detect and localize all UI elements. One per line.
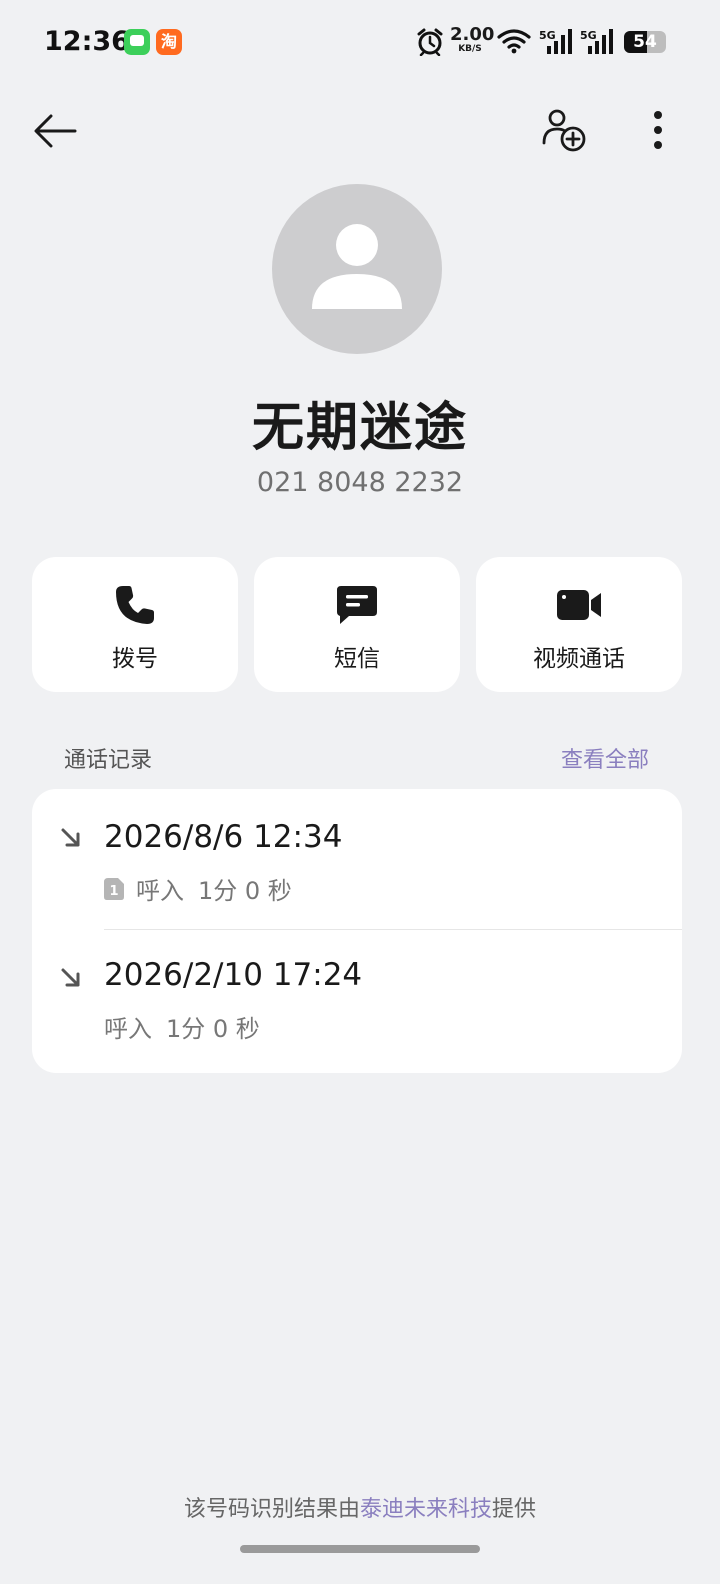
battery-level: 54 (633, 32, 657, 52)
wifi-icon (497, 29, 531, 54)
dial-label: 拨号 (112, 646, 158, 672)
call-direction: 呼入 (104, 1015, 152, 1043)
network-speed-value: 2.00 (450, 24, 495, 45)
incoming-arrow-icon (61, 968, 80, 987)
status-bar: 12:36 淘 2.00 KB/S 5G 5G 54 (0, 0, 720, 84)
video-call-button[interactable]: 视频通话 (476, 557, 682, 692)
call-log-list: 2026/8/6 12:34 1 呼入 1分 0 秒 2026/2/10 17:… (32, 789, 682, 1073)
call-details: 1 呼入 1分 0 秒 (104, 871, 292, 906)
call-log-item[interactable]: 2026/2/10 17:24 呼入 1分 0 秒 (32, 929, 682, 1069)
alarm-icon (417, 28, 443, 56)
sms-label: 短信 (334, 646, 380, 672)
call-datetime: 2026/2/10 17:24 (104, 957, 363, 993)
more-vertical-icon (654, 111, 662, 149)
call-log-title: 通话记录 (64, 748, 153, 773)
network-speed-unit: KB/S (458, 44, 482, 54)
credit-brand-link[interactable]: 泰迪未来科技 (360, 1497, 492, 1522)
phone-icon (116, 586, 154, 624)
video-call-label: 视频通话 (533, 646, 625, 672)
video-camera-icon (557, 590, 601, 620)
sim-card-icon: 1 (104, 877, 124, 900)
sim-slot-number: 1 (109, 884, 118, 899)
more-options-button[interactable] (640, 106, 676, 154)
person-add-icon (542, 109, 586, 152)
call-duration: 1分 0 秒 (166, 1015, 260, 1043)
cellular-signal-icon-1: 5G (539, 29, 572, 54)
call-details: 呼入 1分 0 秒 (104, 1009, 260, 1044)
dial-button[interactable]: 拨号 (32, 557, 238, 692)
status-time: 12:36 (44, 26, 130, 57)
incoming-arrow-icon (61, 828, 80, 847)
credit-prefix: 该号码识别结果由 (183, 1497, 360, 1522)
contact-number[interactable]: 021 8048 2232 (0, 467, 720, 498)
call-datetime: 2026/8/6 12:34 (104, 819, 343, 855)
person-icon (312, 224, 402, 309)
call-log-item[interactable]: 2026/8/6 12:34 1 呼入 1分 0 秒 (32, 789, 682, 930)
battery-icon: 54 (624, 31, 666, 53)
taobao-app-icon: 淘 (156, 29, 182, 55)
signal-1-label: 5G (539, 29, 556, 42)
contact-name: 无期迷途 (251, 398, 468, 458)
avatar[interactable] (272, 184, 442, 354)
messages-app-icon (124, 29, 150, 55)
arrow-left-icon (34, 114, 77, 148)
call-duration: 1分 0 秒 (198, 877, 292, 905)
view-all-link[interactable]: 查看全部 (561, 742, 649, 774)
network-speed: 2.00 KB/S (450, 24, 495, 54)
number-recognition-credit: 该号码识别结果由泰迪未来科技提供 (0, 1491, 720, 1523)
credit-suffix: 提供 (492, 1497, 537, 1522)
call-direction: 呼入 (136, 877, 184, 905)
home-indicator[interactable] (240, 1545, 480, 1553)
back-button[interactable] (30, 108, 80, 154)
signal-2-label: 5G (580, 29, 597, 42)
cellular-signal-icon-2: 5G (580, 29, 613, 54)
add-contact-button[interactable] (538, 104, 590, 156)
sms-button[interactable]: 短信 (254, 557, 460, 692)
message-icon (337, 586, 377, 624)
